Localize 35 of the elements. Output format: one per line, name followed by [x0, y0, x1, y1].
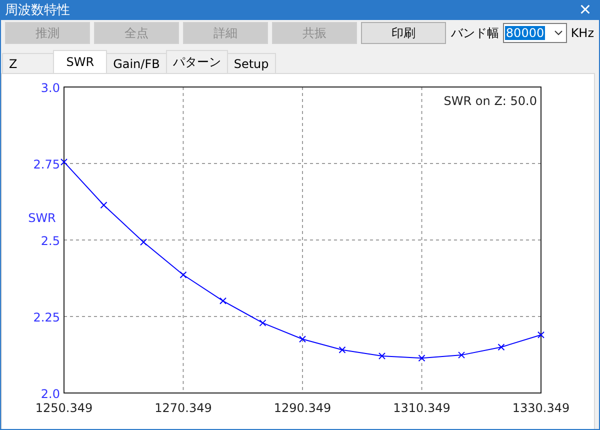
data-point: [378, 352, 386, 360]
data-point: [299, 336, 306, 343]
y-tick-label: 3.0: [40, 81, 60, 95]
data-point: [60, 158, 68, 166]
tab[interactable]: Setup: [226, 53, 276, 74]
close-button[interactable]: ×: [575, 0, 595, 20]
x-tick-label: 1250.349: [35, 401, 93, 415]
y-tick-label: 2.5: [40, 234, 60, 248]
y-tick-label: 2.25: [33, 310, 60, 324]
y-axis-label: SWR: [28, 211, 56, 225]
x-tick-label: 1310.349: [393, 401, 450, 415]
tab[interactable]: Z: [2, 53, 54, 74]
data-point: [458, 352, 465, 359]
x-tick-label: 1270.349: [154, 401, 212, 415]
unit-label: KHz: [570, 26, 596, 40]
data-point: [418, 354, 426, 362]
tab[interactable]: SWR: [53, 50, 108, 74]
chevron-down-icon: [554, 30, 563, 36]
band-select[interactable]: 80000: [502, 23, 567, 43]
data-point: [180, 271, 187, 278]
x-tick-label: 1290.349: [274, 401, 332, 415]
data-point: [498, 344, 505, 351]
data-point: [100, 202, 108, 209]
data-point: [220, 297, 226, 304]
window-title: 周波数特性: [5, 2, 70, 19]
y-tick-label: 2.75: [33, 158, 60, 172]
data-point: [140, 238, 147, 246]
x-tick-label: 1330.349: [512, 401, 570, 415]
chart-annotation: SWR on Z: 50.0: [444, 94, 537, 108]
data-point: [259, 319, 266, 326]
y-tick-label: 2.0: [40, 387, 60, 401]
toolbar-button[interactable]: 印刷: [360, 22, 446, 44]
data-point: [538, 331, 544, 338]
data-point: [338, 346, 346, 354]
band-label: バンド幅: [450, 24, 499, 42]
